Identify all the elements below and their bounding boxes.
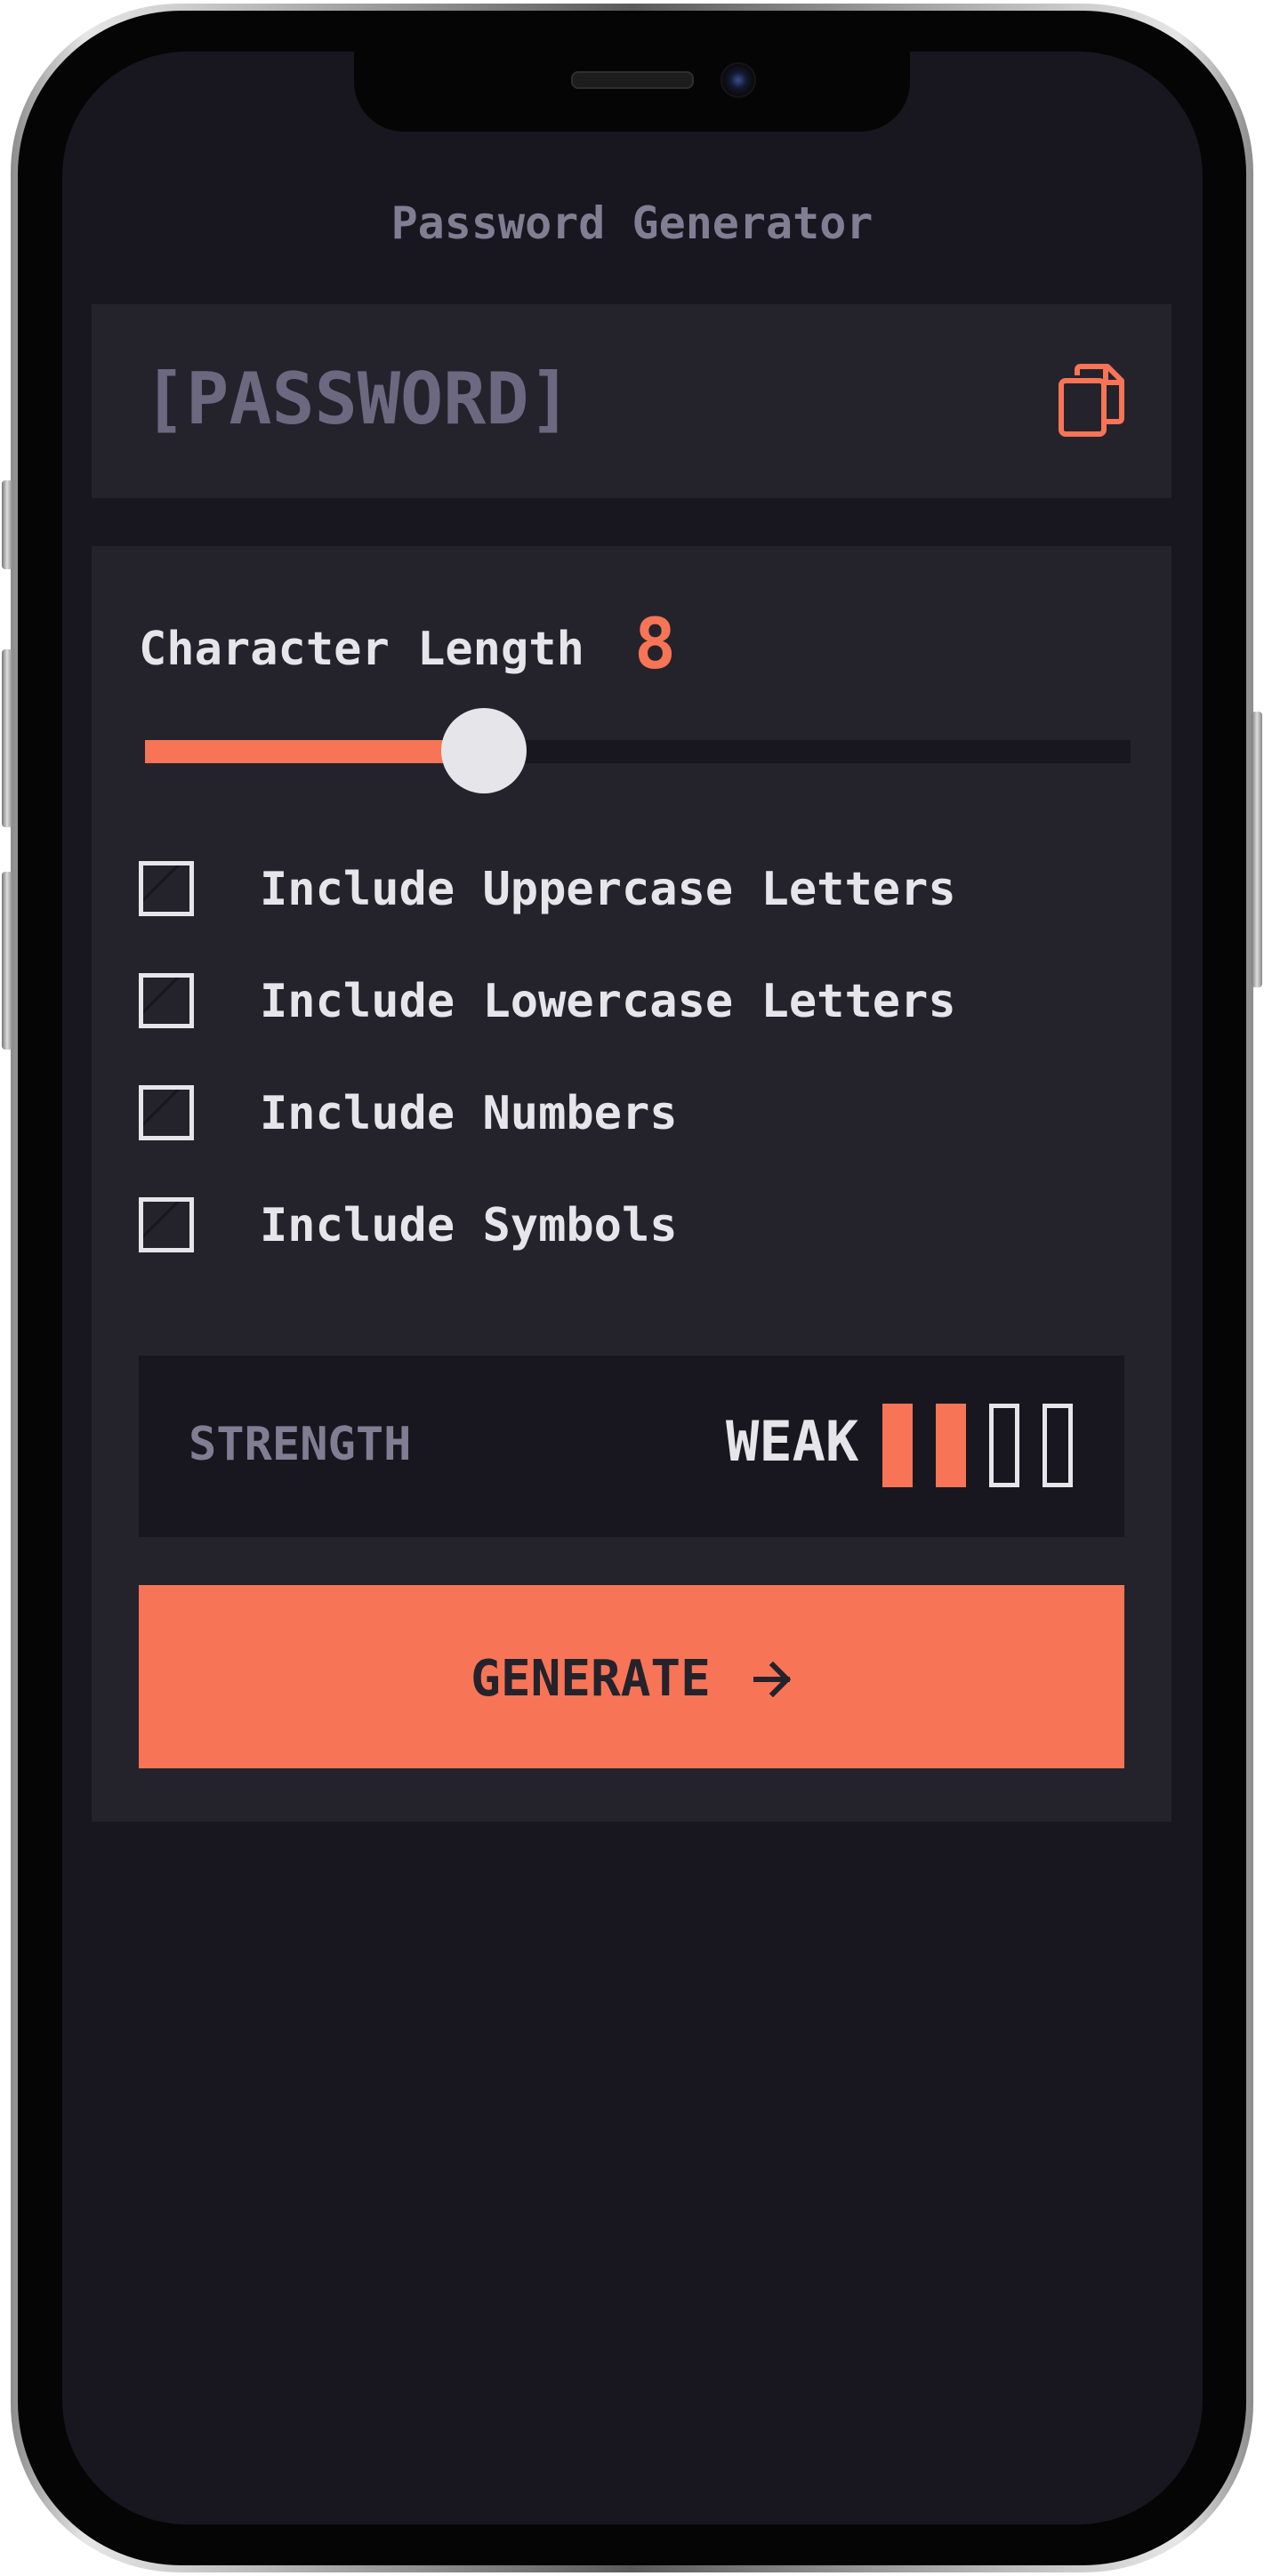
symbols-checkbox[interactable] (139, 1197, 194, 1252)
numbers-label: Include Numbers (260, 1087, 678, 1140)
strength-label: STRENGTH (189, 1418, 412, 1471)
silent-switch (2, 480, 12, 569)
generate-button-label: GENERATE (471, 1650, 711, 1709)
strength-level: WEAK (726, 1409, 859, 1474)
copy-icon[interactable] (1058, 363, 1125, 438)
option-numbers[interactable]: Include Numbers (139, 1085, 1117, 1147)
power-button (1252, 712, 1262, 987)
password-placeholder: [PASSWORD] (143, 358, 572, 440)
volume-up-button (2, 649, 12, 827)
page-title: Password Generator (390, 197, 874, 249)
arrow-right-icon (753, 1661, 792, 1697)
strength-meter: STRENGTH WEAK (139, 1356, 1124, 1537)
volume-down-button (2, 872, 12, 1050)
options-panel: Character Length 8 Include Uppercase Let… (92, 546, 1171, 1822)
character-length-value: 8 (634, 605, 676, 685)
option-lowercase[interactable]: Include Lowercase Letters (139, 973, 1117, 1035)
notch (354, 52, 910, 132)
uppercase-checkbox[interactable] (139, 861, 194, 916)
lowercase-checkbox[interactable] (139, 973, 194, 1028)
length-slider[interactable] (145, 708, 1131, 793)
uppercase-label: Include Uppercase Letters (260, 863, 956, 916)
lowercase-label: Include Lowercase Letters (260, 975, 956, 1028)
generate-button[interactable]: GENERATE (139, 1585, 1124, 1768)
copy-icon-graphic (1059, 364, 1124, 437)
length-slider-thumb[interactable] (441, 708, 527, 793)
symbols-label: Include Symbols (260, 1199, 678, 1252)
numbers-checkbox[interactable] (139, 1085, 194, 1140)
generate-button-content: GENERATE (139, 1647, 1124, 1708)
strength-bar-2 (936, 1404, 966, 1487)
strength-bar-4 (1043, 1404, 1073, 1487)
character-length-label: Character Length (139, 623, 584, 676)
strength-bar-3 (989, 1404, 1019, 1487)
option-uppercase[interactable]: Include Uppercase Letters (139, 861, 1117, 923)
earpiece-speaker (571, 71, 694, 89)
strength-bar-1 (882, 1404, 913, 1487)
option-symbols[interactable]: Include Symbols (139, 1197, 1117, 1260)
length-slider-fill (145, 740, 484, 763)
password-display: [PASSWORD] (92, 304, 1171, 498)
front-camera (721, 62, 756, 98)
